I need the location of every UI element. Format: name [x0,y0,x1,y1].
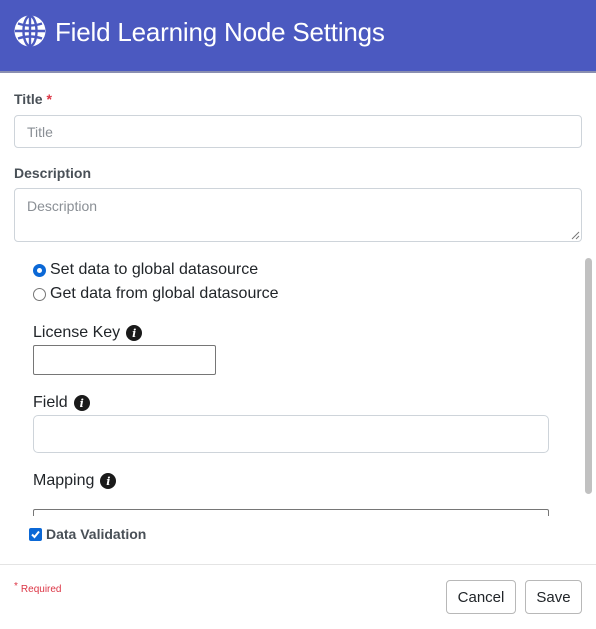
radio-label: Set data to global datasource [50,261,259,278]
info-icon[interactable]: i [100,473,117,489]
field-select[interactable] [33,415,549,453]
description-label: Description [14,165,92,181]
description-input[interactable] [14,188,582,242]
license-key-label-text: License Key [33,324,121,341]
dialog-header: Field Learning Node Settings [0,0,596,73]
info-icon[interactable]: i [73,395,90,411]
radio-label: Get data from global datasource [50,285,279,302]
license-key-input[interactable] [33,345,216,375]
info-icon[interactable]: i [126,325,143,341]
field-label: Field i [33,394,90,412]
data-validation-label: Data Validation [46,526,147,542]
required-note-text: Required [20,584,62,595]
radio-get-global[interactable]: Get data from global datasource [33,285,279,303]
field-label-text: Field [33,394,68,411]
required-star: * [46,91,52,107]
checkbox-checked[interactable] [29,527,42,541]
license-key-label: License Key i [33,324,143,342]
title-input[interactable] [14,115,582,148]
radio-set-global[interactable]: Set data to global datasource [33,261,258,279]
required-note: * Required [14,581,62,595]
required-note-star: * [14,581,18,592]
mapping-input[interactable] [33,509,549,516]
radio-button-checked[interactable] [33,263,46,277]
checkmark-icon [31,530,40,538]
title-label-text: Title [14,91,43,107]
scrollbar-thumb[interactable] [585,258,592,494]
mapping-label-text: Mapping [33,472,95,489]
settings-scroll-area[interactable]: Set data to global datasource Get data f… [14,252,596,516]
title-label: Title * [14,91,52,107]
cancel-button[interactable]: Cancel [446,580,516,614]
data-validation-checkbox[interactable]: Data Validation [29,526,146,542]
dialog-title: Field Learning Node Settings [55,17,385,47]
globe-icon [14,14,46,48]
footer-divider [0,564,596,565]
radio-button[interactable] [33,287,46,301]
save-button[interactable]: Save [525,580,582,614]
resize-grip-icon[interactable] [571,231,580,240]
mapping-label: Mapping i [33,472,117,490]
settings-dialog: Field Learning Node Settings Title* Desc… [0,0,596,629]
